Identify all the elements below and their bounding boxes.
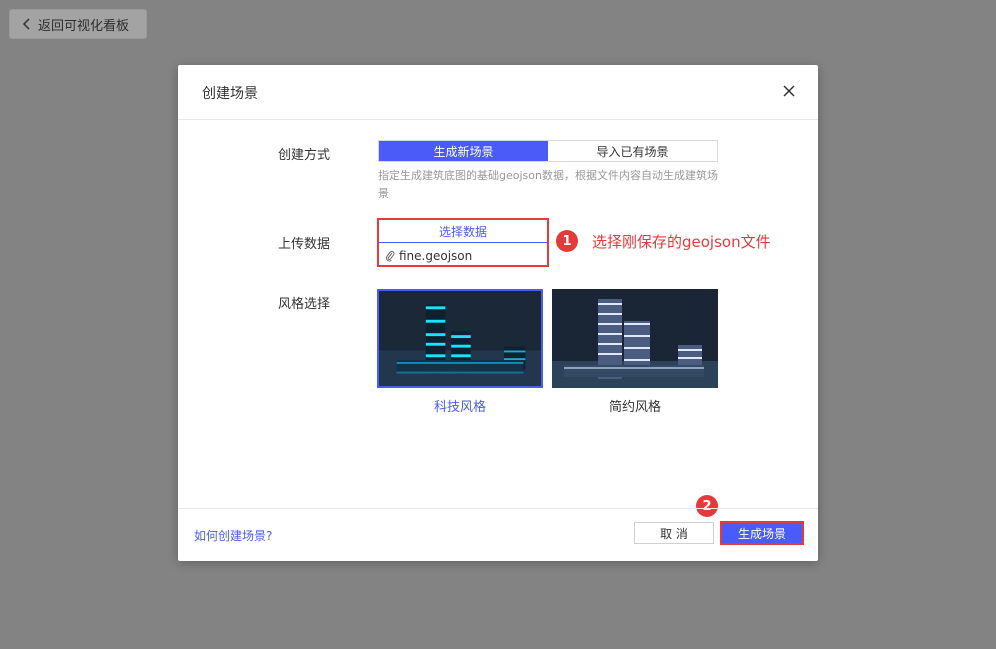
option-import-scene[interactable]: 导入已有场景 xyxy=(548,141,717,161)
style-select-label: 风格选择 xyxy=(278,297,331,312)
back-to-dashboard-button[interactable]: 返回可视化看板 xyxy=(9,9,147,39)
upload-data-label: 上传数据 xyxy=(278,237,331,252)
chevron-left-icon xyxy=(22,18,30,30)
simple-style-thumbnail xyxy=(552,289,718,388)
option-new-scene[interactable]: 生成新场景 xyxy=(379,141,548,161)
annotation-step1: 1 选择刚保存的geojson文件 xyxy=(556,230,771,252)
style-option-tech[interactable]: 科技风格 xyxy=(377,289,543,415)
uploaded-file: fine.geojson xyxy=(379,243,547,268)
dialog-title: 创建场景 xyxy=(202,86,258,102)
create-scene-dialog: 创建场景 创建方式 生成新场景 导入已有场景 指定生成建筑底图的基础geojso… xyxy=(178,65,818,561)
style-name-simple: 简约风格 xyxy=(608,400,661,415)
how-to-create-scene-link[interactable]: 如何创建场景? xyxy=(194,527,272,544)
file-name: fine.geojson xyxy=(399,248,473,263)
back-button-label: 返回可视化看板 xyxy=(38,18,130,34)
create-mode-label: 创建方式 xyxy=(278,148,331,163)
tech-style-thumbnail xyxy=(377,289,543,388)
upload-box: 选择数据 fine.geojson xyxy=(377,218,549,267)
style-name-tech: 科技风格 xyxy=(433,400,486,415)
dialog-footer: 如何创建场景? 取 消 生成场景 xyxy=(178,508,818,561)
dialog-header: 创建场景 xyxy=(178,65,818,120)
create-mode-toggle: 生成新场景 导入已有场景 xyxy=(378,140,718,162)
step1-badge: 1 xyxy=(556,230,578,252)
step1-text: 选择刚保存的geojson文件 xyxy=(592,232,771,251)
generate-scene-button[interactable]: 生成场景 xyxy=(720,521,804,545)
select-data-button[interactable]: 选择数据 xyxy=(379,220,547,243)
style-option-simple[interactable]: 简约风格 xyxy=(552,289,718,415)
create-mode-hint: 指定生成建筑底图的基础geojson数据，根据文件内容自动生成建筑场景 xyxy=(378,169,718,200)
close-icon[interactable] xyxy=(782,84,796,98)
paperclip-icon xyxy=(385,250,395,261)
cancel-button[interactable]: 取 消 xyxy=(634,522,714,544)
